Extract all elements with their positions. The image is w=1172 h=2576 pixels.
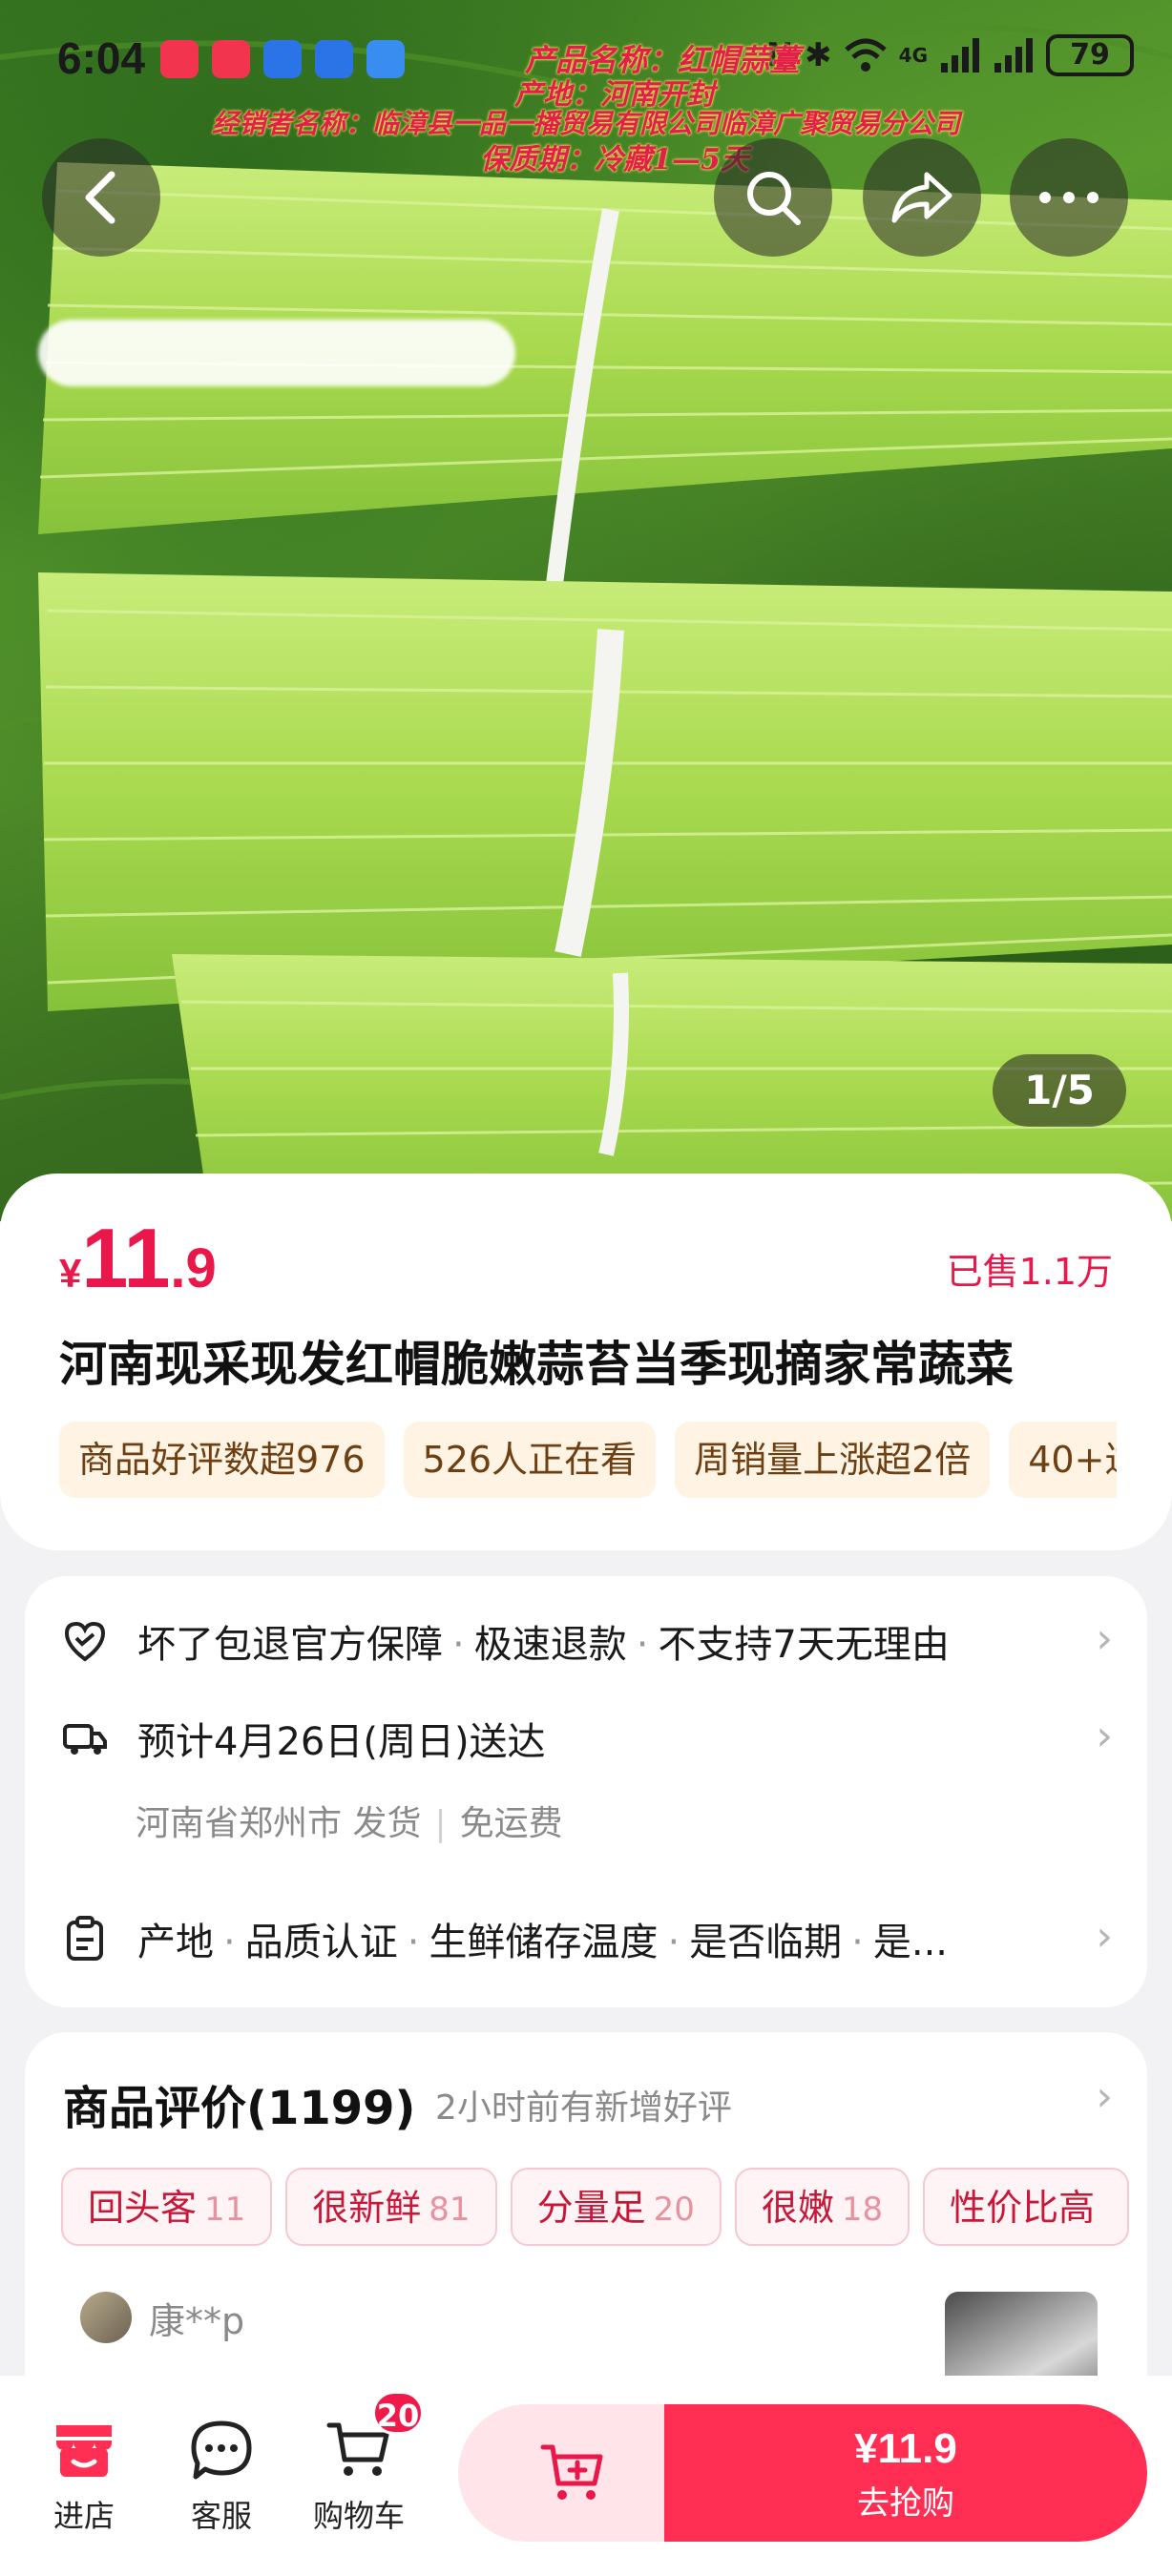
highlight-tag: 40+达人推荐 — [1009, 1422, 1117, 1498]
params-text: 产地 · 品质认证 · 生鲜储存温度 · 是否临期 · 是... — [137, 1921, 949, 1964]
highlight-tag: 周销量上涨超2倍 — [675, 1422, 991, 1498]
product-title: 河南现采现发红帽脆嫩蒜苔当季现摘家常蔬菜 — [59, 1337, 1014, 1392]
review-tag-count: 18 — [841, 2191, 884, 2229]
back-button[interactable] — [42, 138, 160, 257]
truck-icon — [63, 1724, 107, 1755]
review-tags: 回头客 11 很新鲜 81 分量足 20 很嫩 18 性价比高 — [61, 2168, 1136, 2246]
gallery-page-indicator: 1/5 — [993, 1054, 1126, 1127]
reviews-title: 商品评价(1199) — [63, 2082, 416, 2135]
more-dots-icon — [1039, 192, 1099, 203]
review-tag[interactable]: 性价比高 — [923, 2168, 1130, 2246]
shipping-info: 河南省郑州市 发货 | 免运费 — [136, 1804, 563, 1843]
buy-now-button[interactable]: ¥11.9 去抢购 — [664, 2404, 1147, 2542]
cart-count-badge: 20 — [372, 2391, 424, 2435]
service-label: 客服 — [190, 2498, 252, 2534]
store-icon — [56, 2425, 112, 2477]
params-row[interactable]: 产地 · 品质认证 · 生鲜储存温度 · 是否临期 · 是... — [61, 1901, 948, 1977]
chevron-right-icon: › — [1096, 1712, 1113, 1760]
store-label: 进店 — [52, 2498, 115, 2534]
chevron-right-icon: › — [1096, 1614, 1113, 1663]
customer-service-button[interactable]: 客服 — [164, 2420, 279, 2536]
chevron-right-icon: › — [1096, 2072, 1113, 2121]
add-to-cart-button[interactable] — [458, 2404, 687, 2542]
search-button[interactable] — [714, 138, 832, 257]
param-item: 品质认证 — [244, 1921, 398, 1964]
search-icon — [747, 172, 801, 225]
highlight-tag: 商品好评数超976 — [59, 1422, 385, 1498]
guarantee-item: 不支持7天无理由 — [658, 1623, 950, 1667]
param-item: 是否临期 — [689, 1921, 843, 1964]
review-tag[interactable]: 很新鲜 81 — [285, 2168, 497, 2246]
chevron-right-icon: › — [1096, 1912, 1113, 1961]
chat-bubble-icon — [191, 2420, 252, 2480]
review-tag-count — [1095, 2191, 1102, 2229]
product-image-gallery[interactable]: 6:04 N ✱ 4G 79 产品名称：红帽蒜薹 产地：河南开封 经销者名称：临… — [0, 0, 1172, 1221]
delivery-row[interactable]: 预计4月26日(周日)送达 — [61, 1700, 546, 1776]
highlight-tag: 526人正在看 — [403, 1422, 657, 1498]
ship-from: 河南省郑州市 发货 — [136, 1804, 422, 1843]
chevron-left-icon — [85, 171, 115, 224]
review-tag-count: 81 — [429, 2191, 471, 2229]
avatar — [80, 2292, 132, 2343]
review-username: 康**p — [149, 2300, 245, 2342]
bottom-action-bar: 进店 客服 购物车 20 ¥11.9 去抢购 — [0, 2376, 1172, 2576]
review-tag-label: 很新鲜 — [312, 2187, 422, 2229]
product-price: ¥11.9 — [59, 1210, 217, 1307]
guarantee-row[interactable]: 坏了包退官方保障 · 极速退款 · 不支持7天无理由 — [61, 1603, 950, 1679]
cart-label: 购物车 — [312, 2498, 405, 2534]
review-tag-count: 20 — [653, 2191, 695, 2229]
guarantee-text: 坏了包退官方保障 · 极速退款 · 不支持7天无理由 — [137, 1623, 950, 1667]
review-tag-label: 回头客 — [88, 2187, 198, 2229]
reviews-subtitle: 2小时前有新增好评 — [435, 2088, 732, 2128]
review-tag-count: 11 — [204, 2191, 246, 2229]
param-item: 产地 — [137, 1921, 214, 1964]
clipboard-icon — [67, 1916, 103, 1961]
guarantee-item: 极速退款 — [473, 1623, 627, 1667]
delivery-estimate: 预计4月26日(周日)送达 — [137, 1720, 546, 1764]
guarantee-item: 坏了包退官方保障 — [137, 1623, 443, 1667]
review-tag-label: 很嫩 — [761, 2187, 834, 2229]
more-button[interactable] — [1010, 138, 1128, 257]
highlight-tags: 商品好评数超976526人正在看周销量上涨超2倍40+达人推荐 — [59, 1422, 1117, 1498]
store-button[interactable]: 进店 — [27, 2420, 141, 2536]
buy-label: 去抢购 — [857, 2484, 954, 2523]
sold-count: 已售1.1万 — [946, 1251, 1113, 1293]
heart-shield-icon — [64, 1621, 106, 1662]
price-card: ¥11.9 已售1.1万 河南现采现发红帽脆嫩蒜苔当季现摘家常蔬菜 商品好评数超… — [0, 1174, 1172, 1550]
shipping-fee: 免运费 — [459, 1804, 563, 1843]
price-decimal: .9 — [170, 1237, 217, 1299]
service-card: 坏了包退官方保障 · 极速退款 · 不支持7天无理由 › 预计4月26日(周日)送达 ›… — [25, 1576, 1147, 2007]
review-tag-label: 分量足 — [536, 2187, 646, 2229]
price-currency: ¥ — [59, 1251, 82, 1296]
param-item: 生鲜储存温度 — [429, 1921, 659, 1964]
price-integer: 11 — [81, 1211, 171, 1305]
garlic-scapes-photo — [0, 24, 1172, 1221]
review-tag[interactable]: 回头客 11 — [61, 2168, 273, 2246]
param-item: 是... — [872, 1921, 949, 1964]
share-button[interactable] — [863, 138, 981, 257]
review-tag[interactable]: 很嫩 18 — [734, 2168, 910, 2246]
cart-plus-icon — [540, 2444, 603, 2500]
buy-price: ¥11.9 — [854, 2425, 957, 2472]
review-tag-label: 性价比高 — [950, 2187, 1096, 2229]
review-tag[interactable]: 分量足 20 — [510, 2168, 722, 2246]
blurred-notice — [38, 320, 515, 386]
share-icon — [891, 172, 952, 223]
overlay-shelf-life: 保质期：冷藏1—5天 — [480, 143, 749, 177]
